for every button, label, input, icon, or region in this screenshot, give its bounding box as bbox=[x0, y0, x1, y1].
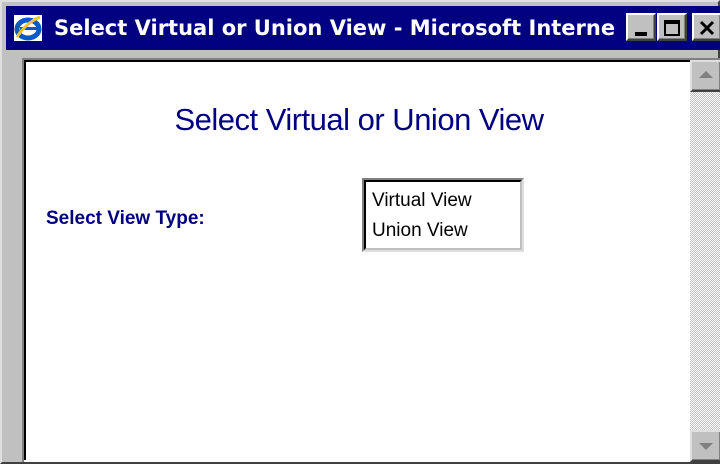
document-area: Select Virtual or Union View Select View… bbox=[24, 60, 690, 460]
option-union-view[interactable]: Union View bbox=[372, 216, 520, 246]
title-bar[interactable]: Select Virtual or Union View - Microsoft… bbox=[6, 6, 720, 50]
close-button[interactable] bbox=[692, 13, 720, 41]
view-type-label: Select View Type: bbox=[46, 208, 205, 229]
vertical-scrollbar[interactable] bbox=[690, 60, 720, 462]
close-icon bbox=[699, 20, 715, 36]
maximize-button[interactable] bbox=[657, 13, 687, 41]
scroll-down-button[interactable] bbox=[690, 430, 720, 462]
scroll-up-button[interactable] bbox=[690, 60, 720, 92]
down-arrow-icon bbox=[699, 443, 713, 450]
browser-window: Select Virtual or Union View - Microsoft… bbox=[0, 0, 720, 464]
option-virtual-view[interactable]: Virtual View bbox=[372, 186, 520, 216]
maximize-icon bbox=[664, 20, 680, 36]
minimize-button[interactable] bbox=[626, 13, 656, 41]
page-title: Select Virtual or Union View bbox=[174, 102, 544, 137]
page-content: Select Virtual or Union View Select View… bbox=[22, 58, 720, 462]
window-title: Select Virtual or Union View - Microsoft… bbox=[54, 16, 614, 40]
view-type-options: Virtual View Union View bbox=[364, 180, 522, 250]
minimize-icon bbox=[635, 32, 647, 36]
up-arrow-icon bbox=[699, 71, 713, 78]
view-type-listbox[interactable]: Virtual View Union View bbox=[362, 178, 524, 252]
ie-icon bbox=[14, 15, 42, 41]
